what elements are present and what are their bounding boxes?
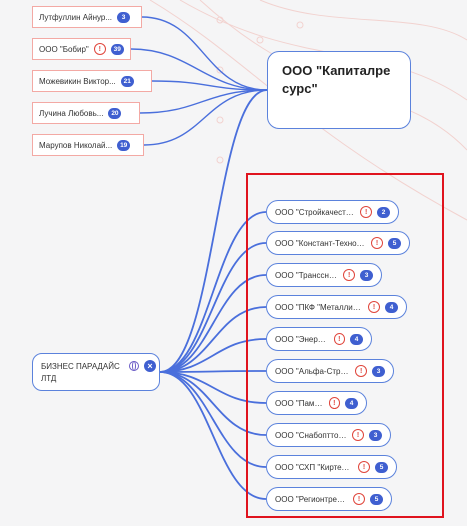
left-node[interactable]: ООО "Бобир"! 39 (32, 38, 131, 60)
close-icon[interactable]: × (144, 360, 156, 372)
left-node-label: ООО "Бобир" (39, 44, 89, 54)
warning-icon: ! (93, 43, 106, 55)
root-node[interactable]: БИЗНЕС ПАРАДАЙС ЛТД × (32, 353, 160, 391)
left-node-label: Марупов Николай... (39, 140, 113, 150)
globe-icon[interactable] (129, 361, 139, 371)
connection-line (139, 89, 268, 114)
connection-line (143, 89, 268, 146)
left-node[interactable]: Можевикин Виктор... 21 (32, 70, 152, 92)
count-badge[interactable]: 20 (108, 107, 122, 119)
background-dot (216, 156, 224, 164)
root-node-label: БИЗНЕС ПАРАДАЙС ЛТД (41, 362, 120, 383)
background-dot (216, 116, 224, 124)
background-dot (296, 21, 304, 29)
company-node-label: ООО "Капиталресурс" (282, 63, 391, 96)
count-badge[interactable]: 3 (117, 11, 131, 23)
count-badge[interactable]: 19 (117, 139, 131, 151)
count-badge[interactable]: 39 (110, 43, 124, 55)
company-node[interactable]: ООО "Капиталресурс" (267, 51, 411, 129)
background-line (259, 0, 467, 41)
left-node-label: Лутфуллин Айнур... (39, 12, 113, 22)
left-node-label: Можевикин Виктор... (39, 76, 116, 86)
count-badge[interactable]: 21 (120, 75, 134, 87)
left-node[interactable]: Лучина Любовь... 20 (32, 102, 140, 124)
left-node[interactable]: Лутфуллин Айнур... 3 (32, 6, 142, 28)
left-node-label: Лучина Любовь... (39, 108, 104, 118)
left-node[interactable]: Марупов Николай... 19 (32, 134, 144, 156)
background-dot (256, 36, 264, 44)
selection-highlight (246, 173, 444, 518)
